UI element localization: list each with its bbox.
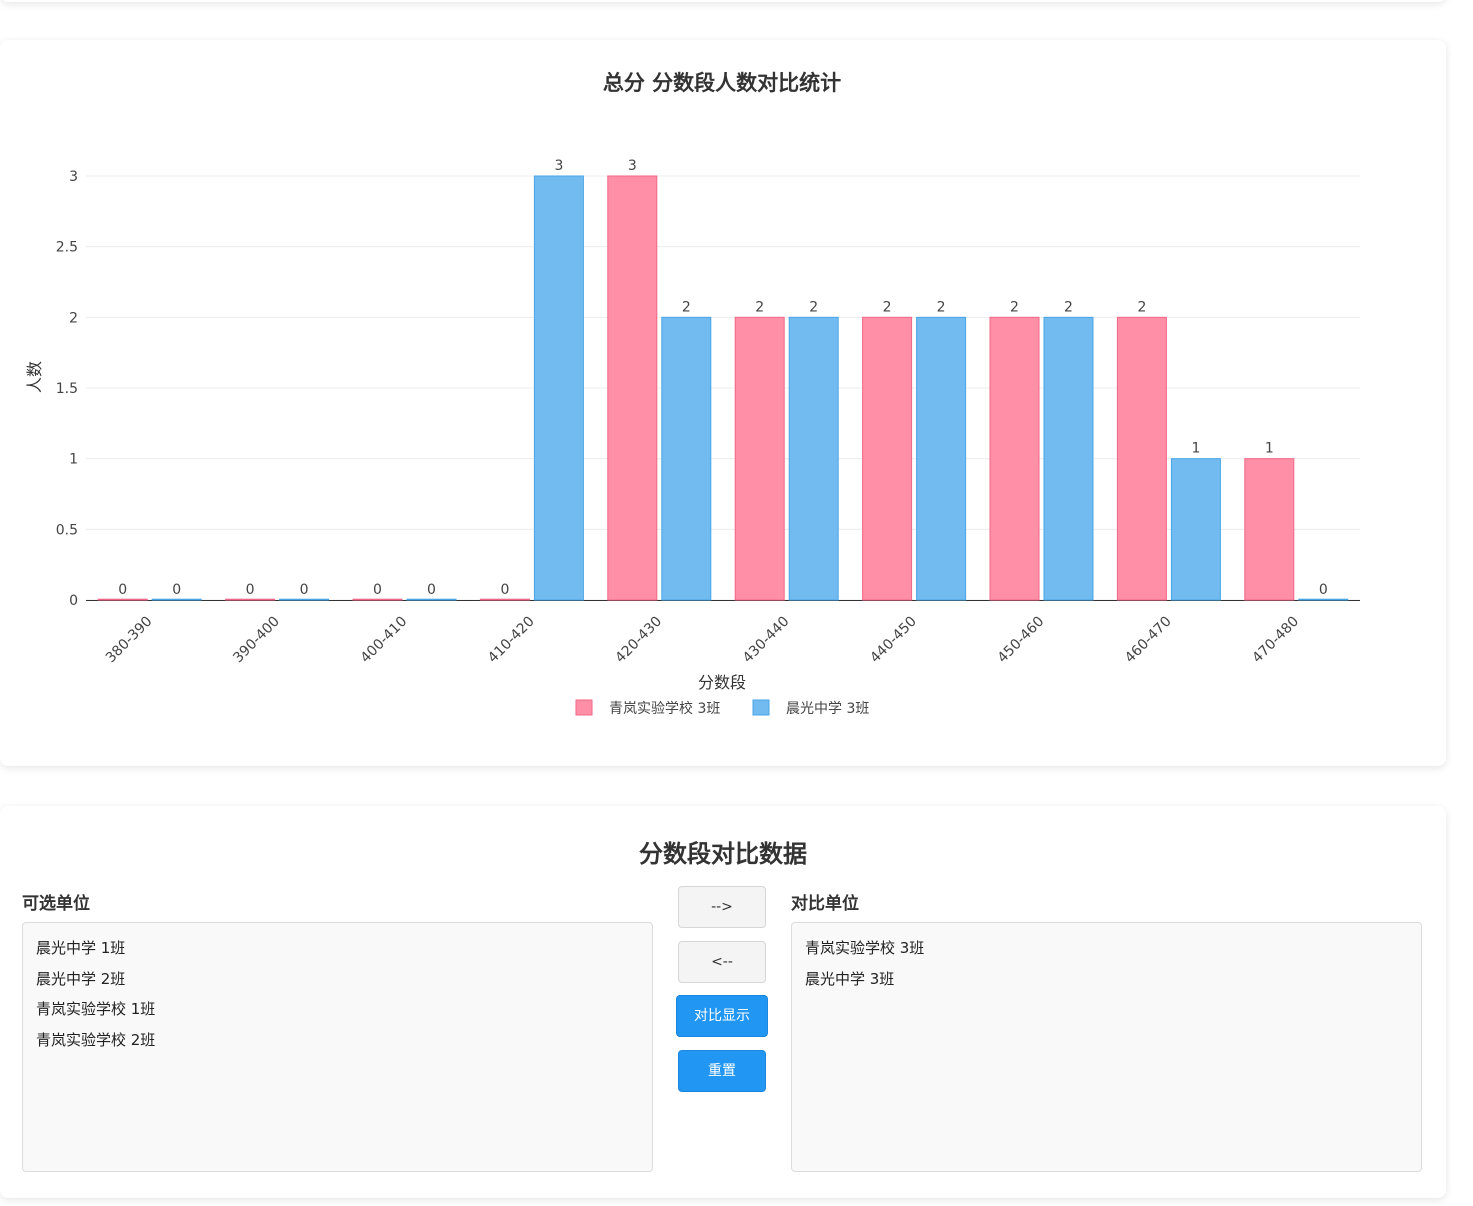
bar-value-label: 3	[554, 158, 563, 174]
chart-title: 总分 分数段人数对比统计	[603, 71, 841, 95]
move-right-button[interactable]: -->	[678, 886, 766, 928]
y-tick-label: 1	[69, 452, 78, 468]
y-tick-label: 3	[69, 169, 78, 185]
comparison-title: 分数段对比数据	[639, 840, 807, 868]
x-axis-title: 分数段	[698, 673, 746, 692]
legend-label[interactable]: 晨光中学 3班	[786, 701, 869, 717]
bar-qinglan-410-420[interactable]	[479, 598, 530, 601]
bar-value-label: 0	[300, 582, 309, 598]
bar-qinglan-470-480[interactable]	[1244, 458, 1295, 601]
bar-value-label: 2	[937, 299, 946, 315]
bar-value-label: 0	[118, 582, 127, 598]
available-units-list[interactable]: 晨光中学 1班 晨光中学 2班 青岚实验学校 1班 青岚实验学校 2班	[22, 922, 653, 1172]
x-tick-label: 430-440	[740, 614, 793, 667]
bar-qinglan-440-450[interactable]	[862, 316, 913, 601]
bar-value-label: 2	[809, 299, 818, 315]
bar-chenguang-390-400[interactable]	[279, 598, 330, 601]
bar-chenguang-470-480[interactable]	[1298, 598, 1349, 601]
y-tick-label: 0.5	[56, 522, 78, 538]
bar-chenguang-410-420[interactable]	[533, 175, 584, 601]
comparison-card: 分数段对比数据 可选单位 晨光中学 1班 晨光中学 2班 青岚实验学校 1班 青…	[0, 806, 1446, 1198]
bar-value-label: 0	[246, 582, 255, 598]
list-item[interactable]: 青岚实验学校 1班	[23, 994, 652, 1025]
score-band-bar-chart: 总分 分数段人数对比统计 0 0.5 1 1.5 2 2.5 3 0 0 380-390 0 0 390…	[25, 71, 1360, 717]
bar-chenguang-440-450[interactable]	[916, 316, 967, 601]
x-tick-label: 390-400	[230, 614, 283, 667]
x-tick-label: 410-420	[485, 614, 538, 667]
reset-button[interactable]: 重置	[678, 1050, 766, 1092]
bar-value-label: 2	[1137, 299, 1146, 315]
y-axis-title: 人数	[25, 361, 44, 393]
list-item[interactable]: 晨光中学 3班	[792, 964, 1421, 995]
x-tick-label: 440-450	[867, 614, 920, 667]
bar-value-label: 0	[373, 582, 382, 598]
y-tick-label: 0	[69, 593, 78, 609]
bar-value-label: 1	[1265, 441, 1274, 457]
bar-qinglan-450-460[interactable]	[989, 316, 1040, 601]
legend-label[interactable]: 青岚实验学校 3班	[609, 700, 720, 717]
bar-qinglan-460-470[interactable]	[1116, 316, 1167, 601]
x-tick-label: 380-390	[103, 614, 156, 667]
bar-value-label: 0	[1319, 582, 1328, 598]
y-tick-label: 1.5	[56, 381, 78, 397]
move-left-button[interactable]: <--	[678, 941, 766, 983]
selected-units-list[interactable]: 青岚实验学校 3班 晨光中学 3班	[791, 922, 1422, 1172]
x-tick-label: 470-480	[1249, 614, 1302, 667]
list-item[interactable]: 青岚实验学校 2班	[23, 1025, 652, 1056]
list-item[interactable]: 晨光中学 2班	[23, 964, 652, 995]
available-units-label: 可选单位	[22, 894, 90, 914]
bar-value-label: 3	[628, 158, 637, 174]
bar-qinglan-430-440[interactable]	[734, 316, 785, 601]
x-tick-label: 420-430	[612, 614, 665, 667]
compare-display-button[interactable]: 对比显示	[676, 995, 768, 1037]
selected-units-label: 对比单位	[791, 894, 859, 914]
list-item[interactable]: 青岚实验学校 3班	[792, 933, 1421, 964]
legend-swatch[interactable]	[752, 699, 770, 716]
bar-qinglan-420-430[interactable]	[607, 175, 658, 601]
x-tick-label: 460-470	[1122, 614, 1175, 667]
previous-card-edge	[0, 0, 1446, 2]
bar-value-label: 1	[1191, 441, 1200, 457]
bar-chenguang-450-460[interactable]	[1043, 316, 1094, 601]
bar-qinglan-380-390[interactable]	[97, 598, 148, 601]
x-tick-label: 400-410	[358, 614, 411, 667]
x-tick-label: 450-460	[995, 614, 1048, 667]
bar-chenguang-380-390[interactable]	[151, 598, 202, 601]
bar-value-label: 2	[1064, 299, 1073, 315]
bar-value-label: 0	[172, 582, 181, 598]
bar-value-label: 2	[682, 299, 691, 315]
bar-value-label: 0	[500, 582, 509, 598]
bar-qinglan-390-400[interactable]	[225, 598, 276, 601]
bar-value-label: 2	[755, 299, 764, 315]
bar-chenguang-430-440[interactable]	[788, 316, 839, 601]
legend-swatch[interactable]	[575, 699, 593, 716]
bar-qinglan-400-410[interactable]	[352, 598, 403, 601]
bar-chenguang-420-430[interactable]	[661, 316, 712, 601]
list-item[interactable]: 晨光中学 1班	[23, 933, 652, 964]
y-tick-label: 2.5	[56, 240, 78, 256]
bar-value-label: 0	[427, 582, 436, 598]
y-tick-label: 2	[69, 310, 78, 326]
chart-legend[interactable]: 青岚实验学校 3班 晨光中学 3班	[575, 699, 869, 717]
bar-chenguang-400-410[interactable]	[406, 598, 457, 601]
bar-chenguang-460-470[interactable]	[1170, 458, 1221, 601]
bar-value-label: 2	[1010, 299, 1019, 315]
chart-card: 总分 分数段人数对比统计 0 0.5 1 1.5 2 2.5 3 0 0 380-390 0 0 390…	[0, 40, 1446, 766]
bar-value-label: 2	[883, 299, 892, 315]
